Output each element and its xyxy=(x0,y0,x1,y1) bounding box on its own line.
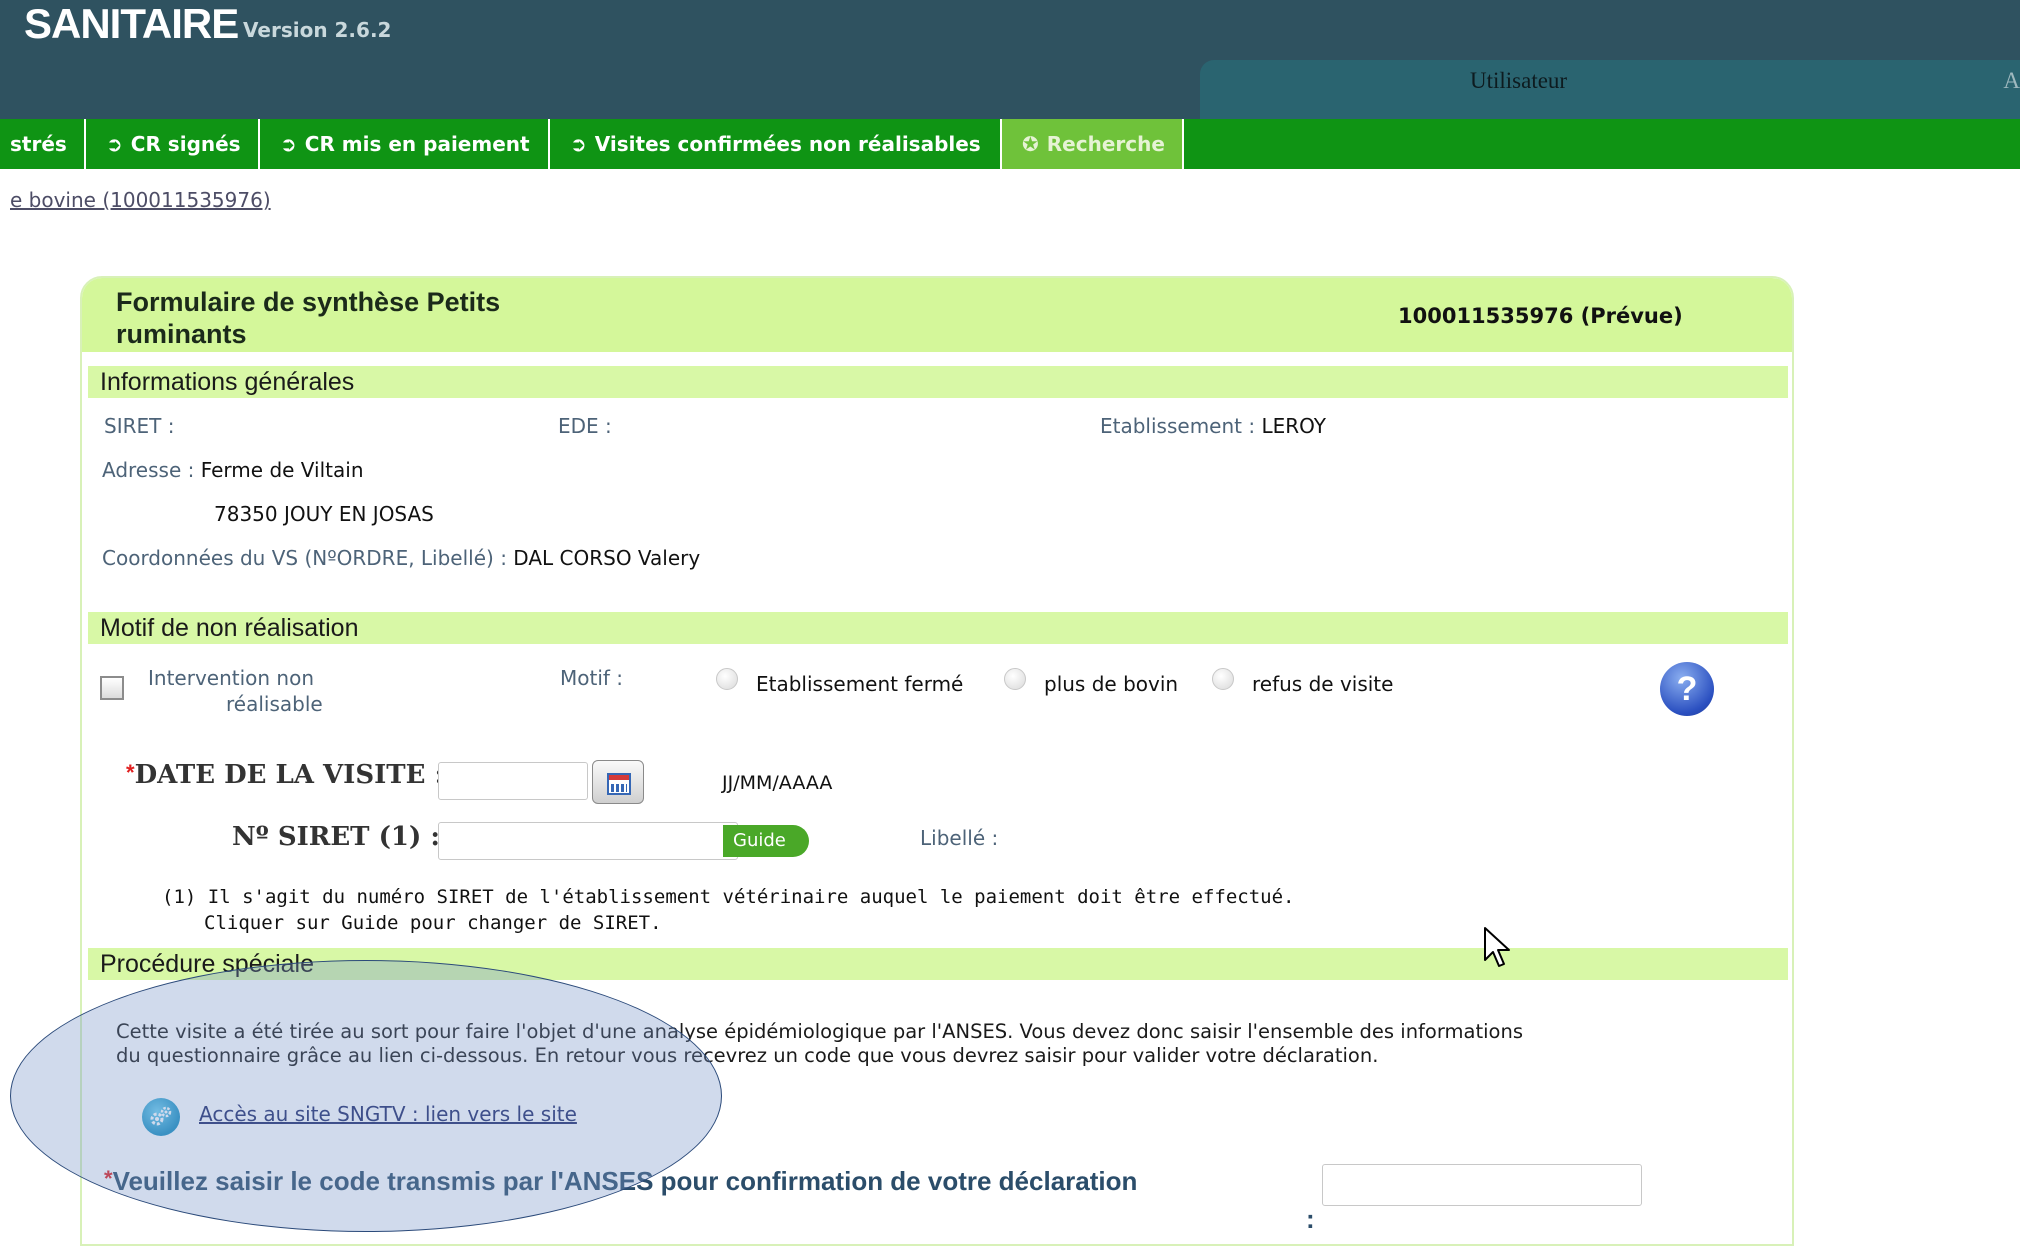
calendar-button[interactable] xyxy=(592,760,644,804)
user-label[interactable]: Utilisateur xyxy=(1470,68,1567,94)
app-header: SANITAIRE Version 2.6.2 Utilisateur A xyxy=(0,0,2020,120)
app-version: Version 2.6.2 xyxy=(243,18,392,42)
section-non-realisation: Motif de non réalisation xyxy=(88,612,1788,644)
siret-label: SIRET : xyxy=(104,414,175,438)
radio-refus-de-visite[interactable] xyxy=(1212,668,1234,690)
establishment-label: Etablissement : LEROY xyxy=(1100,414,1326,438)
date-label-text: DATE DE LA VISITE : xyxy=(134,760,445,790)
tab-search[interactable]: ✪ Recherche xyxy=(1002,119,1184,169)
date-format-hint: JJ/MM/AAAA xyxy=(722,772,833,794)
siret-field-label: Nº SIRET (1) : xyxy=(232,822,440,852)
help-icon[interactable]: ? xyxy=(1660,662,1714,716)
required-mark: * xyxy=(104,1166,113,1191)
form-header: Formulaire de synthèse Petits ruminants … xyxy=(82,278,1792,352)
radio-etablissement-ferme[interactable] xyxy=(716,668,738,690)
guide-button[interactable]: Guide xyxy=(723,825,809,857)
option-plus-de-bovin: plus de bovin xyxy=(1044,672,1179,696)
sngtv-link-box: Accès au site SNGTV : lien vers le site xyxy=(115,1082,655,1148)
tab-label: CR mis en paiement xyxy=(304,132,530,156)
vs-value: DAL CORSO Valery xyxy=(513,546,701,570)
address-line1: Ferme de Viltain xyxy=(200,458,364,482)
radio-plus-de-bovin[interactable] xyxy=(1004,668,1026,690)
visit-date-input[interactable] xyxy=(438,762,588,800)
anses-code-input[interactable] xyxy=(1322,1164,1642,1206)
tab-cr-paid[interactable]: ➲ CR mis en paiement xyxy=(260,119,550,169)
form-identifier: 100011535976 (Prévue) xyxy=(1398,304,1683,328)
calendar-icon xyxy=(607,773,631,795)
gears-icon xyxy=(142,1098,180,1136)
chevron-right-icon: ➲ xyxy=(106,132,123,156)
sngtv-link[interactable]: Accès au site SNGTV : lien vers le site xyxy=(199,1102,577,1126)
chevron-right-icon: ➲ xyxy=(570,132,587,156)
tab-label: Visites confirmées non réalisables xyxy=(594,132,981,156)
ede-label: EDE : xyxy=(558,414,612,438)
anses-code-label-text: Veuillez saisir le code transmis par l'A… xyxy=(112,1166,1138,1196)
chevron-right-icon: ➲ xyxy=(280,132,297,156)
address-row: Adresse : Ferme de Viltain xyxy=(102,458,364,482)
user-extra-link[interactable]: A xyxy=(2003,68,2020,94)
tab-cr-signed[interactable]: ➲ CR signés xyxy=(86,119,260,169)
siret-input[interactable] xyxy=(438,822,738,860)
intervention-non-realisable-checkbox[interactable] xyxy=(100,676,124,700)
mouse-pointer-icon xyxy=(1484,927,1510,967)
tab-label: Recherche xyxy=(1046,132,1165,156)
establishment-value: LEROY xyxy=(1261,414,1326,438)
tab-label: CR signés xyxy=(130,132,241,156)
main-nav: strés ➲ CR signés ➲ CR mis en paiement ➲ Vi… xyxy=(0,119,2020,169)
tab-registered[interactable]: strés xyxy=(0,119,86,169)
check-circle-icon: ✪ xyxy=(1022,132,1039,156)
address-line2: 78350 JOUY EN JOSAS xyxy=(214,502,434,526)
tab-confirmed-unfeasible[interactable]: ➲ Visites confirmées non réalisables xyxy=(550,119,1002,169)
libelle-label: Libellé : xyxy=(920,826,999,850)
vs-row: Coordonnées du VS (NºORDRE, Libellé) : D… xyxy=(102,546,700,570)
establishment-label-text: Etablissement : xyxy=(1100,414,1256,438)
motif-label: Motif : xyxy=(560,666,624,690)
tab-label: strés xyxy=(10,132,67,156)
breadcrumb-link[interactable]: e bovine (100011535976) xyxy=(10,188,271,212)
option-refus-de-visite: refus de visite xyxy=(1252,672,1394,696)
anses-code-label: *Veuillez saisir le code transmis par l'… xyxy=(104,1166,1137,1197)
siret-note-line2: Cliquer sur Guide pour changer de SIRET. xyxy=(204,912,662,934)
date-label: *DATE DE LA VISITE : xyxy=(126,760,444,790)
address-label: Adresse : xyxy=(102,458,195,482)
siret-note-line1: (1) Il s'agit du numéro SIRET de l'établ… xyxy=(162,886,1295,908)
section-special-procedure: Procédure spéciale xyxy=(88,948,1788,980)
procedure-paragraph-line2: du questionnaire grâce au lien ci-dessou… xyxy=(116,1044,1379,1067)
required-mark: * xyxy=(126,760,135,785)
vs-label: Coordonnées du VS (NºORDRE, Libellé) : xyxy=(102,546,507,570)
checkbox-label-line2: réalisable xyxy=(226,692,323,716)
user-strip: Utilisateur A xyxy=(1200,60,2020,120)
procedure-paragraph-line1: Cette visite a été tirée au sort pour fa… xyxy=(116,1020,1523,1043)
form-title: Formulaire de synthèse Petits ruminants xyxy=(116,287,501,349)
option-etablissement-ferme: Etablissement fermé xyxy=(756,672,964,696)
form-panel: Formulaire de synthèse Petits ruminants … xyxy=(80,276,1794,1246)
anses-code-colon: : xyxy=(1306,1204,1315,1234)
app-title: SANITAIRE xyxy=(24,0,239,47)
section-general-info: Informations générales xyxy=(88,366,1788,398)
checkbox-label-line1: Intervention non xyxy=(148,666,315,690)
